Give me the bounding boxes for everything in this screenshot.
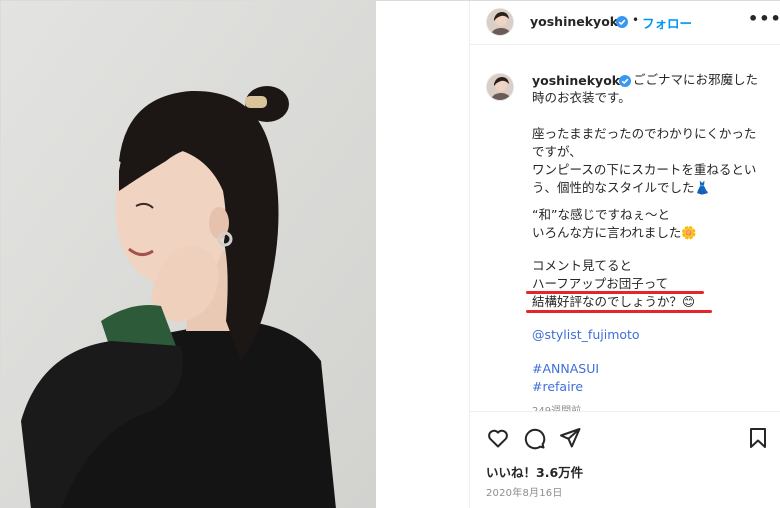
hashtag-link[interactable]: #ANNASUI	[532, 361, 599, 376]
post-sidebar: yoshinekyoko • フォロー ••• yoshinekyoko ごごナ…	[469, 1, 780, 508]
heart-icon[interactable]	[486, 426, 510, 450]
post-date: 2020年8月16日	[486, 488, 563, 499]
header-username[interactable]: yoshinekyoko	[530, 14, 626, 29]
avatar[interactable]	[486, 8, 514, 36]
red-underline-annotation	[526, 291, 704, 294]
bookmark-icon[interactable]	[746, 426, 770, 450]
header-separator: •	[632, 13, 640, 27]
caption-line: 結構好評なのでしょうか？😊	[532, 294, 696, 309]
post-photo[interactable]	[1, 1, 376, 508]
hashtag-link[interactable]: #refaire	[532, 379, 583, 394]
caption-line: う、個性的なスタイルでした👗	[532, 180, 711, 195]
post-header: yoshinekyoko • フォロー •••	[470, 1, 780, 45]
caption-line: ですが、	[532, 144, 582, 159]
mention-link[interactable]: @stylist_fujimoto	[532, 327, 640, 342]
caption-line: ワンピースの下にスカートを重ねるとい	[532, 162, 757, 177]
send-icon[interactable]	[558, 426, 582, 450]
caption-line: コメント見てると	[532, 258, 633, 273]
photo-spacer	[376, 1, 469, 508]
caption-line: 時のお衣装です。	[532, 90, 631, 105]
caption-line: いろんな方に言われました🌼	[532, 225, 697, 240]
avatar-icon	[487, 9, 513, 35]
caption-avatar[interactable]	[486, 73, 514, 101]
instagram-post: yoshinekyoko • フォロー ••• yoshinekyoko ごごナ…	[0, 0, 780, 508]
caption-line: “和”な感じですねぇ〜と	[532, 207, 670, 222]
action-bar	[470, 411, 780, 461]
follow-button[interactable]: フォロー	[642, 13, 692, 32]
comment-icon[interactable]	[522, 426, 546, 450]
caption-username[interactable]: yoshinekyoko	[532, 73, 628, 88]
more-options-button[interactable]: •••	[748, 9, 780, 28]
like-count[interactable]: いいね！3.6万件	[486, 462, 583, 481]
red-underline-annotation	[526, 310, 712, 313]
caption-line: 座ったままだったのでわかりにくかった	[532, 126, 757, 141]
caption-section: yoshinekyoko ごごナマにお邪魔した 時のお衣装です。 座ったままだっ…	[470, 46, 780, 411]
woman-portrait-image	[1, 1, 376, 508]
verified-badge-icon	[616, 16, 628, 28]
verified-badge-icon	[619, 75, 631, 87]
avatar-icon	[487, 74, 513, 100]
time-ago: 249週間前	[532, 402, 581, 411]
caption-first-line: ごごナマにお邪魔した	[633, 72, 759, 87]
